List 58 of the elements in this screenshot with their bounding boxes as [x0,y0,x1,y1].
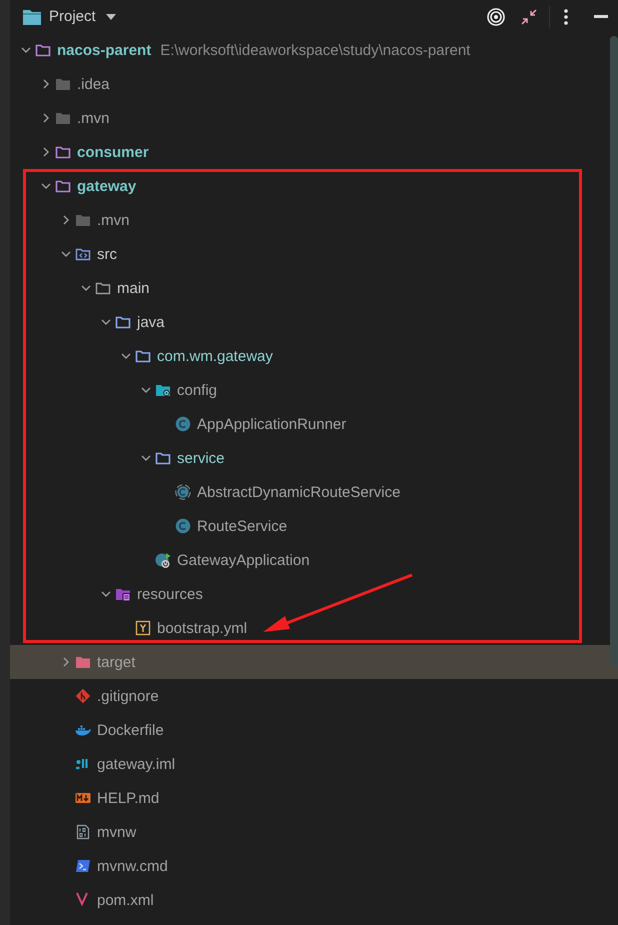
tree-item-label[interactable]: src [97,246,117,262]
tree-item-label[interactable]: Dockerfile [97,722,164,738]
folder-icon [135,348,151,364]
folder-icon [95,280,111,296]
class-icon [155,552,171,568]
tree-item-label[interactable]: consumer [77,144,149,160]
scrollbar-thumb[interactable] [610,36,618,668]
tree-item-label[interactable]: service [177,450,225,466]
tree-item-label[interactable]: RouteService [197,518,288,534]
folder-icon [35,42,51,58]
tree-item-label[interactable]: config [177,382,218,398]
tree-item-label[interactable]: com.wm.gateway [157,348,273,364]
tree-item-label[interactable]: .mvn [97,212,130,228]
folder-icon [55,178,71,194]
path-label: E:\worksoft\ideaworkspace\study\nacos-parent [160,42,470,58]
file-icon [75,892,91,908]
folder-icon [55,110,71,126]
class-icon [175,518,191,534]
folder-icon [155,450,171,466]
tree-item-label[interactable]: mvnw.cmd [97,858,168,874]
tree-item-label[interactable]: pom.xml [97,892,154,908]
tree-item-label[interactable]: main [117,280,150,296]
terminal-icon [75,858,91,874]
tree-item-label[interactable]: java [137,314,165,330]
tree-item-label[interactable]: gateway.iml [97,756,176,772]
git-icon [75,688,91,704]
folder-icon [75,654,91,670]
folder-icon [55,76,71,92]
class-icon [175,484,191,500]
tree-item-label[interactable]: AbstractDynamicRouteService [197,484,400,500]
class-icon [175,416,191,432]
binary-file-icon [75,824,91,840]
tree-item-label[interactable]: .mvn [77,110,110,126]
tree-item-label[interactable]: resources [137,586,203,602]
tree-item-label[interactable]: target [97,654,136,670]
caret-icon[interactable] [106,14,116,20]
source-folder-icon [75,246,91,262]
folder-icon [55,144,71,160]
tree-item-label[interactable]: mvnw [97,824,136,840]
tree-item-label[interactable]: .gitignore [97,688,159,704]
gear-folder-icon [155,382,171,398]
tree-item-label[interactable]: HELP.md [97,790,160,806]
markdown-icon [75,790,91,806]
folder-icon [75,212,91,228]
collapse-icon[interactable] [521,8,537,24]
more-icon[interactable] [564,8,568,24]
folder-icon [115,314,131,330]
tree-item-label[interactable]: AppApplicationRunner [197,416,346,432]
tree-item-label[interactable]: gateway [77,178,136,194]
tree-item-label[interactable]: .idea [77,76,110,92]
target-icon[interactable] [487,8,505,26]
tree-item-label[interactable]: bootstrap.yml [157,620,248,636]
yaml-file-icon [135,620,151,636]
folder-icon [22,8,42,26]
panel-title[interactable]: Project [49,8,96,25]
tree-item-label[interactable]: GatewayApplication [177,552,310,568]
resources-folder-icon [115,586,131,602]
tree-item-label[interactable]: nacos-parent [57,42,152,58]
